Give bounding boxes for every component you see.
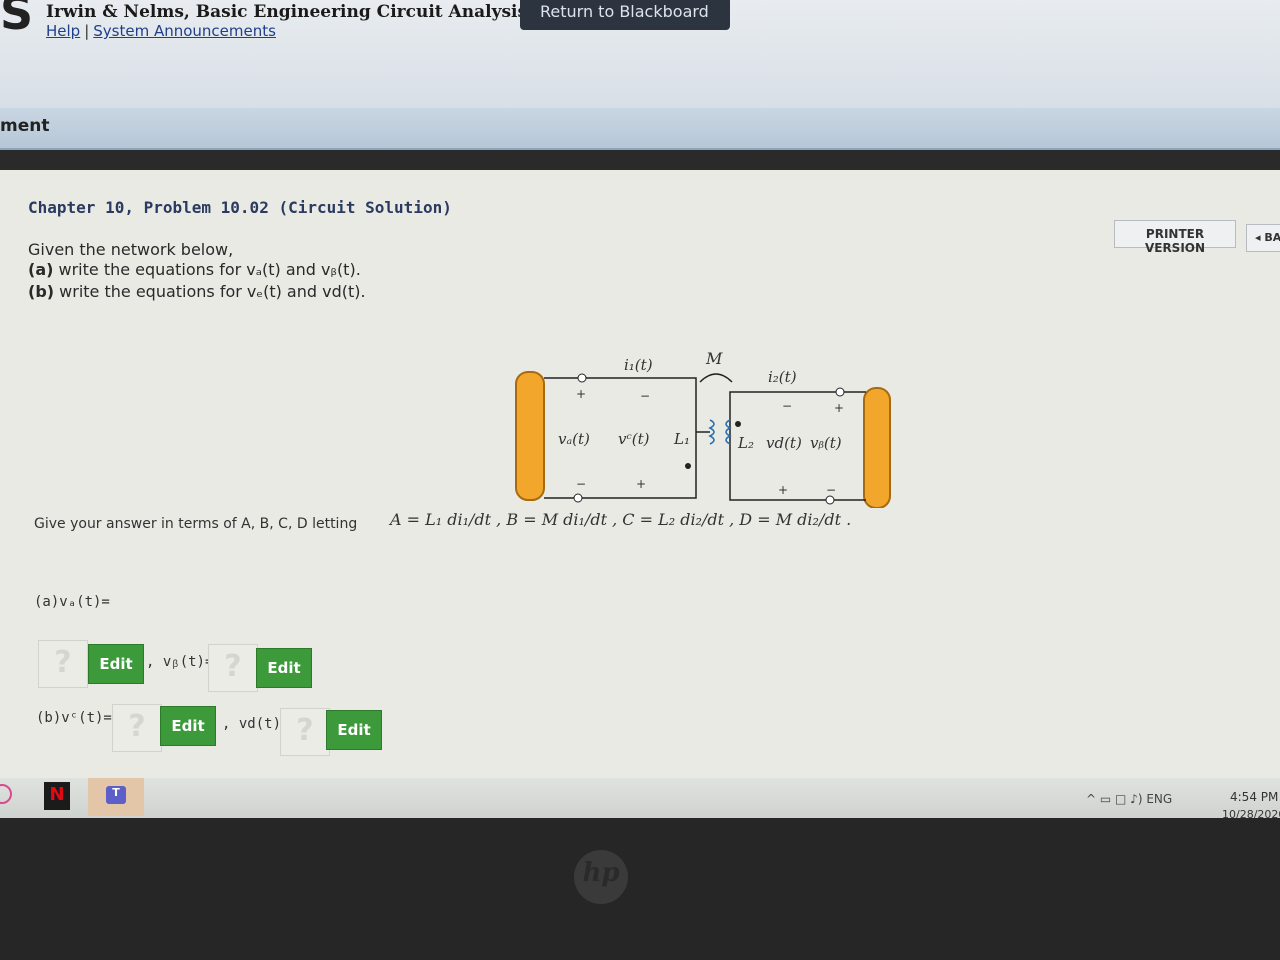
- coil-L1: [708, 419, 715, 445]
- label-vc: vᶜ(t): [618, 430, 650, 448]
- teams-icon[interactable]: T: [88, 778, 144, 816]
- problem-intro: Given the network below,: [28, 240, 234, 259]
- assignment-bar: ment: [0, 108, 1280, 150]
- part-a-label: (a): [28, 260, 54, 279]
- netflix-icon[interactable]: N: [44, 782, 70, 810]
- teams-letter: T: [106, 786, 126, 804]
- label-M: M: [705, 349, 723, 368]
- laptop-bezel: hp: [0, 818, 1280, 960]
- label-i2: i₂(t): [768, 368, 797, 386]
- sign-vc-minus: −: [640, 389, 650, 403]
- left-orange-element: [515, 371, 545, 501]
- dot-L1: [685, 463, 691, 469]
- hp-logo: hp: [574, 850, 628, 904]
- label-L2: L₂: [737, 434, 754, 452]
- sign-vd-minus: −: [782, 399, 792, 413]
- mutual-coupling-arc: [699, 373, 733, 383]
- label-va: vₐ(t): [558, 430, 590, 448]
- label-vb: vᵦ(t): [810, 434, 842, 452]
- site-logo: S: [0, 0, 34, 40]
- book-title: Irwin & Nelms, Basic Engineering Circuit…: [46, 2, 574, 22]
- label-L1: L₁: [673, 430, 690, 448]
- link-separator: |: [84, 22, 90, 40]
- terminal-b-bottom: [825, 495, 835, 505]
- problem-content: Chapter 10, Problem 10.02 (Circuit Solut…: [0, 170, 1280, 782]
- circuit-diagram: i₁(t) i₂(t) M vₐ(t) vᶜ(t) L₁ L₂ vd(t) vᵦ…: [515, 349, 891, 508]
- system-announcements-link[interactable]: System Announcements: [93, 22, 276, 40]
- sign-vd-plus: +: [778, 483, 788, 497]
- part-b-question: (b) write the equations for vₑ(t) and vd…: [28, 282, 366, 301]
- va-edit-button[interactable]: Edit: [88, 644, 144, 684]
- part-b-text: write the equations for vₑ(t) and vd(t).: [59, 282, 366, 301]
- sign-vb-minus: −: [826, 483, 836, 497]
- label-vc-answer: (b)vᶜ(t)=: [36, 710, 112, 726]
- vd-edit-button[interactable]: Edit: [326, 710, 382, 750]
- vd-answer-placeholder: ?: [280, 708, 330, 756]
- part-a-text: write the equations for vₐ(t) and vᵦ(t).: [58, 260, 361, 279]
- vb-edit-button[interactable]: Edit: [256, 648, 312, 688]
- help-link[interactable]: Help: [46, 22, 80, 40]
- header-links: Help | System Announcements: [46, 22, 276, 40]
- problem-title: Chapter 10, Problem 10.02 (Circuit Solut…: [28, 198, 452, 217]
- sign-va-plus: +: [576, 387, 586, 401]
- back-button[interactable]: ◂ BA: [1246, 224, 1280, 252]
- terminal-a-bottom: [573, 493, 583, 503]
- part-a-question: (a) write the equations for vₐ(t) and vᵦ…: [28, 260, 361, 279]
- sign-vc-plus: +: [636, 477, 646, 491]
- terminal-a-top: [577, 373, 587, 383]
- windows-taskbar: N T ^ ▭ □ ♪) ENG 4:54 PM 10/28/2020: [0, 778, 1280, 821]
- dot-L2: [735, 421, 741, 427]
- sign-vb-plus: +: [834, 401, 844, 415]
- vc-edit-button[interactable]: Edit: [160, 706, 216, 746]
- vc-answer-placeholder: ?: [112, 704, 162, 752]
- label-va-answer: (a)vₐ(t)=: [34, 594, 110, 610]
- system-tray[interactable]: ^ ▭ □ ♪) ENG: [1086, 792, 1172, 806]
- label-i1: i₁(t): [624, 356, 653, 374]
- return-to-blackboard-button[interactable]: Return to Blackboard: [520, 0, 730, 30]
- header-band: S Irwin & Nelms, Basic Engineering Circu…: [0, 0, 1280, 108]
- vb-answer-placeholder: ?: [208, 644, 258, 692]
- cortana-icon[interactable]: [0, 784, 12, 804]
- assignment-label: ment: [0, 116, 50, 136]
- label-vd: vd(t): [766, 434, 802, 452]
- clock-time[interactable]: 4:54 PM: [1230, 790, 1278, 804]
- printer-version-button[interactable]: PRINTER VERSION: [1114, 220, 1236, 255]
- label-vb-answer: , vᵦ(t)=: [146, 654, 214, 670]
- terminal-b-top: [835, 387, 845, 397]
- sign-va-minus: −: [576, 477, 586, 491]
- right-orange-element: [863, 387, 891, 508]
- answer-instructions: Give your answer in terms of A, B, C, D …: [34, 516, 358, 532]
- part-b-label: (b): [28, 282, 55, 301]
- definition-formula: A = L₁ di₁/dt , B = M di₁/dt , C = L₂ di…: [390, 510, 852, 529]
- va-answer-placeholder: ?: [38, 640, 88, 688]
